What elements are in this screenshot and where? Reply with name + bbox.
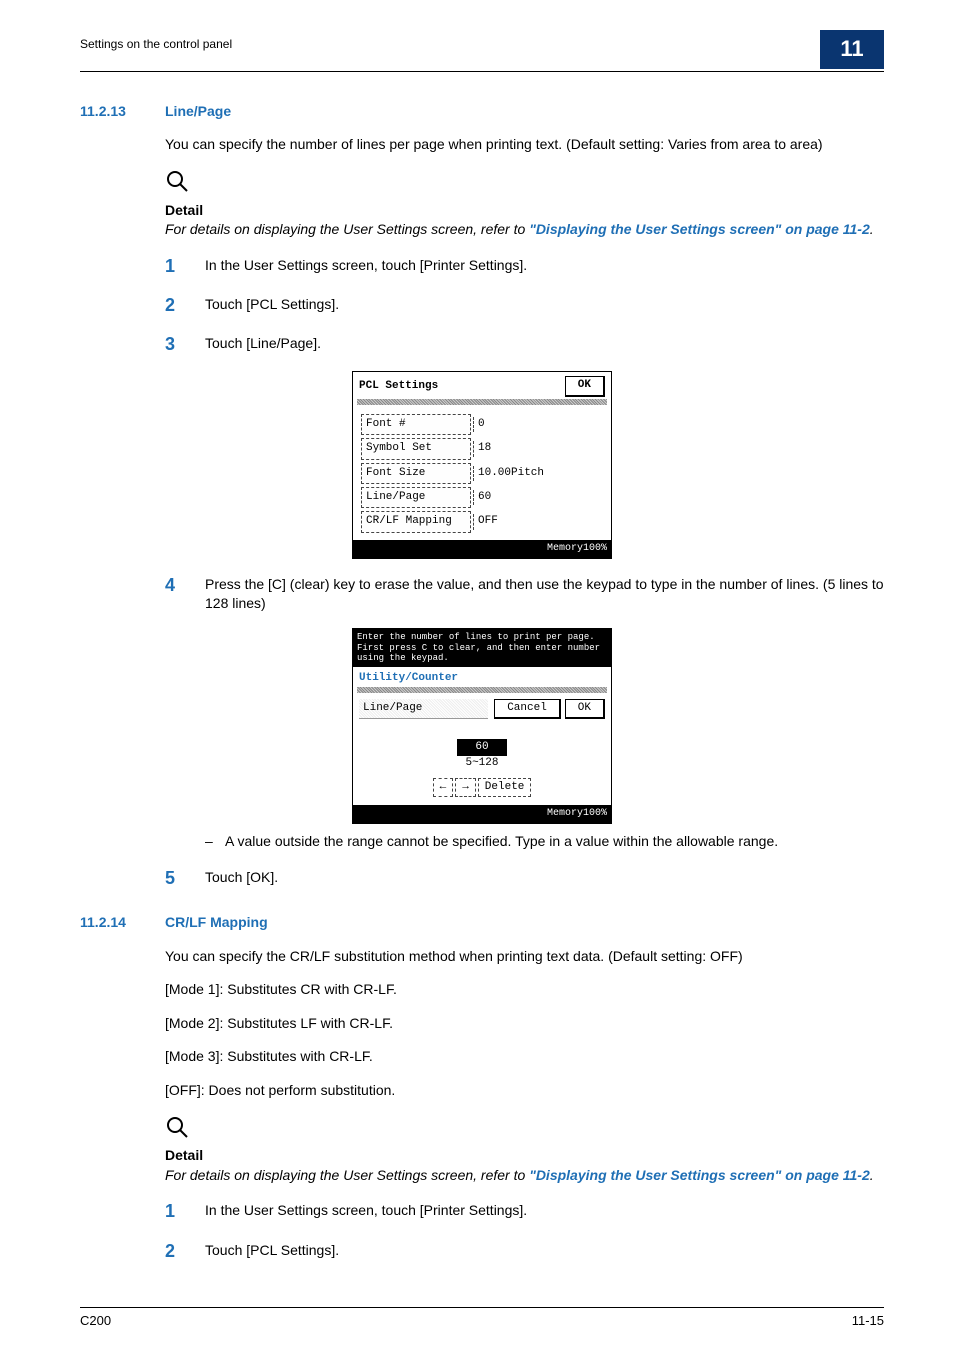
xref-link[interactable]: "Displaying the User Settings screen" on… (529, 1167, 870, 1183)
step-row: 2 Touch [PCL Settings]. (80, 1239, 884, 1264)
line-page-button[interactable]: Line/Page (361, 487, 471, 508)
step-number-1: 1 (165, 1199, 205, 1224)
off-description: [OFF]: Does not perform substitution. (165, 1081, 884, 1101)
crlf-mapping-value: OFF (473, 514, 498, 529)
step-row: 5 Touch [OK]. (80, 866, 884, 891)
line-page-label: Line/Page (359, 699, 488, 719)
font-size-value: 10.00Pitch (473, 466, 544, 481)
section-number: 11.2.14 (80, 913, 165, 933)
step-text: Touch [PCL Settings]. (205, 1239, 884, 1264)
detail-text: For details on displaying the User Setti… (165, 220, 884, 240)
lcd-divider (357, 399, 607, 405)
note-text: A value outside the range cannot be spec… (225, 832, 778, 852)
step-text: Touch [Line/Page]. (205, 332, 884, 357)
step-number-2: 2 (165, 1239, 205, 1264)
symbol-set-value: 18 (473, 441, 491, 456)
step-row: 4 Press the [C] (clear) key to erase the… (80, 573, 884, 614)
right-arrow-button[interactable]: → (455, 778, 476, 797)
section-intro: You can specify the CR/LF substitution m… (165, 947, 884, 967)
step-row: 2 Touch [PCL Settings]. (80, 293, 884, 318)
step-text: Touch [PCL Settings]. (205, 293, 884, 318)
memory-indicator: Memory100% (353, 805, 611, 823)
detail-callout: Detail For details on displaying the Use… (165, 169, 884, 240)
section-heading-line-page: 11.2.13 Line/Page (80, 102, 884, 122)
detail-text: For details on displaying the User Setti… (165, 1166, 884, 1186)
left-arrow-button[interactable]: ← (433, 778, 454, 797)
note-row: – A value outside the range cannot be sp… (205, 832, 884, 852)
step-text: Touch [OK]. (205, 866, 884, 891)
mode2-description: [Mode 2]: Substitutes LF with CR-LF. (165, 1014, 884, 1034)
line-page-value: 60 (473, 490, 491, 505)
detail-label: Detail (165, 1146, 884, 1166)
detail-callout: Detail For details on displaying the Use… (165, 1115, 884, 1186)
range-label: 5~128 (353, 756, 611, 771)
symbol-set-button[interactable]: Symbol Set (361, 438, 471, 459)
section-title: Line/Page (165, 102, 231, 122)
utility-counter-label: Utility/Counter (353, 667, 611, 686)
lcd-instruction-text: Enter the number of lines to print per p… (353, 629, 611, 667)
lcd-divider (357, 687, 607, 693)
mode3-description: [Mode 3]: Substitutes with CR-LF. (165, 1047, 884, 1067)
font-button[interactable]: Font # (361, 414, 471, 435)
step-text: In the User Settings screen, touch [Prin… (205, 254, 884, 279)
step-number-4: 4 (165, 573, 205, 614)
footer-model: C200 (80, 1312, 111, 1330)
cancel-button[interactable]: Cancel (494, 699, 561, 719)
font-value: 0 (473, 417, 485, 432)
running-title: Settings on the control panel (80, 30, 232, 53)
section-number: 11.2.13 (80, 102, 165, 122)
step-row: 3 Touch [Line/Page]. (80, 332, 884, 357)
step-text: In the User Settings screen, touch [Prin… (205, 1199, 884, 1224)
section-title: CR/LF Mapping (165, 913, 268, 933)
footer-pagenum: 11-15 (852, 1312, 884, 1330)
chapter-number-box: 11 (820, 30, 884, 69)
step-row: 1 In the User Settings screen, touch [Pr… (80, 254, 884, 279)
dash-bullet: – (205, 832, 225, 852)
step-number-2: 2 (165, 293, 205, 318)
ok-button[interactable]: OK (565, 376, 605, 396)
magnifier-icon (165, 1115, 189, 1139)
font-size-button[interactable]: Font Size (361, 463, 471, 484)
lcd-title: PCL Settings (359, 379, 438, 394)
section-intro: You can specify the number of lines per … (165, 135, 884, 155)
crlf-mapping-button[interactable]: CR/LF Mapping (361, 511, 471, 532)
page-header: Settings on the control panel 11 (80, 30, 884, 72)
memory-indicator: Memory100% (353, 540, 611, 558)
delete-button[interactable]: Delete (478, 778, 532, 797)
magnifier-icon (165, 169, 189, 193)
step-row: 1 In the User Settings screen, touch [Pr… (80, 1199, 884, 1224)
section-heading-crlf: 11.2.14 CR/LF Mapping (80, 913, 884, 933)
step-number-1: 1 (165, 254, 205, 279)
xref-link[interactable]: "Displaying the User Settings screen" on… (529, 221, 870, 237)
lcd-screenshot-pcl-settings: PCL Settings OK Font #0 Symbol Set18 Fon… (352, 371, 612, 558)
step-number-3: 3 (165, 332, 205, 357)
step-number-5: 5 (165, 866, 205, 891)
page-footer: C200 11-15 (80, 1307, 884, 1330)
lcd-screenshot-line-page-entry: Enter the number of lines to print per p… (352, 628, 612, 824)
step-text: Press the [C] (clear) key to erase the v… (205, 573, 884, 614)
detail-label: Detail (165, 201, 884, 221)
mode1-description: [Mode 1]: Substitutes CR with CR-LF. (165, 980, 884, 1000)
value-display: 60 (457, 739, 506, 756)
ok-button[interactable]: OK (565, 699, 605, 719)
